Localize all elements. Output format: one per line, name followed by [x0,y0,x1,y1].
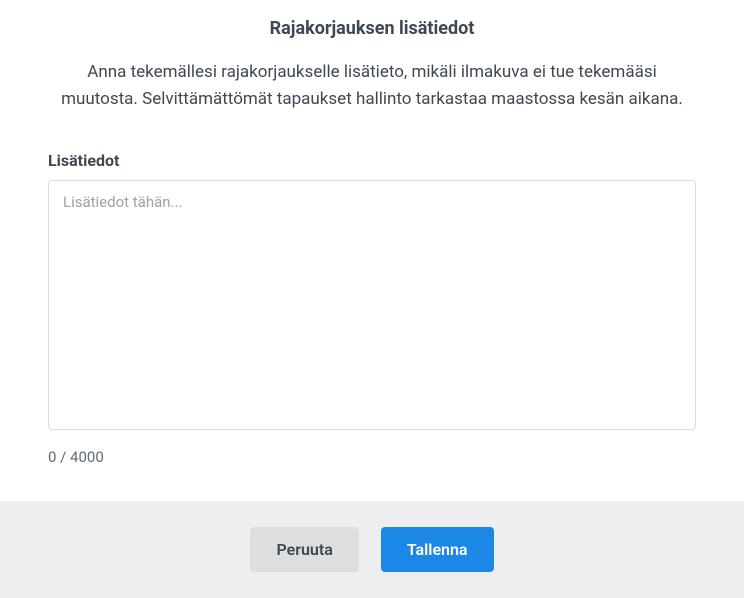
dialog-description: Anna tekemällesi rajakorjaukselle lisäti… [48,59,696,113]
lisatiedot-textarea[interactable] [48,180,696,430]
dialog-title: Rajakorjauksen lisätiedot [48,18,696,39]
dialog-content: Rajakorjauksen lisätiedot Anna tekemälle… [0,0,744,501]
dialog-footer: Peruuta Tallenna [0,501,744,598]
save-button[interactable]: Tallenna [381,527,494,572]
cancel-button[interactable]: Peruuta [250,527,358,572]
char-count: 0 / 4000 [48,448,696,466]
field-label-lisatiedot: Lisätiedot [48,151,696,170]
